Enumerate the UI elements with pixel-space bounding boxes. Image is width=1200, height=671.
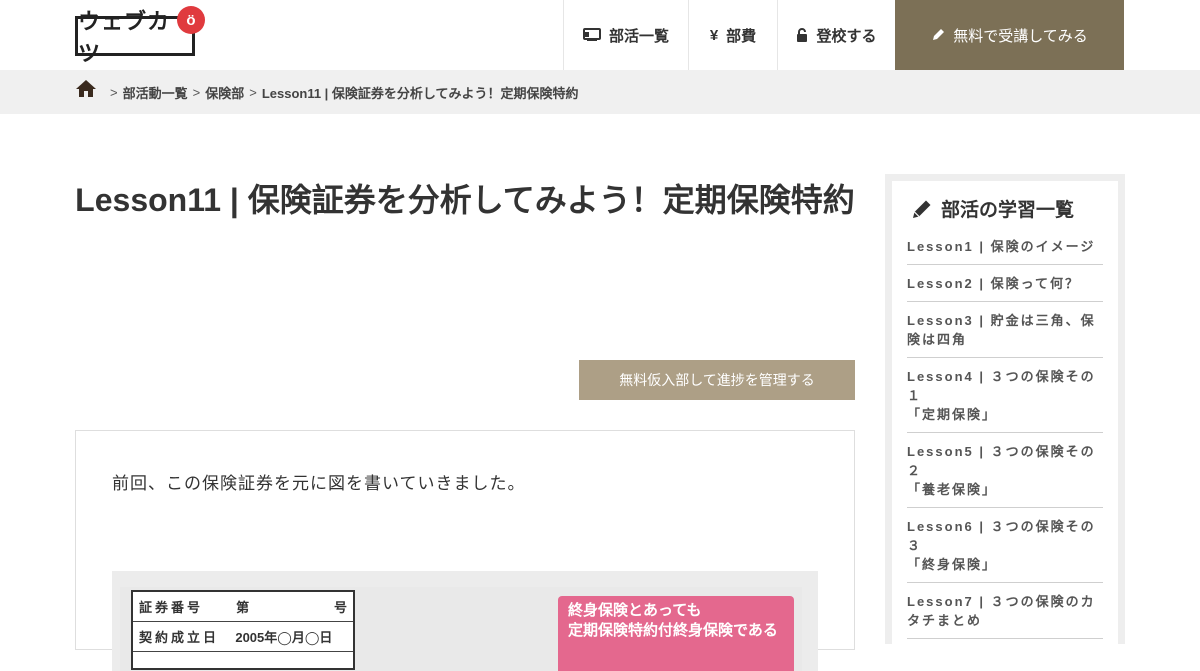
list-board-icon: [582, 28, 601, 42]
breadcrumb-item-current: Lesson11 | 保険証券を分析してみよう！定期保険特約: [261, 85, 579, 101]
pencil-icon: [931, 28, 945, 42]
nav-club-list-label: 部活一覧: [608, 27, 669, 45]
nav-fee[interactable]: ¥ 部費: [688, 0, 777, 70]
free-trial-button[interactable]: 無料で受講してみる: [895, 0, 1124, 70]
breadcrumb-item-club-list[interactable]: 部活動一覧: [123, 83, 188, 102]
lesson-content: 前回、この保険証券を元に図を書いていきました。 証券番号 第 号 契約成立日 2…: [75, 430, 855, 671]
sidebar-heading-label: 部活の学習一覧: [941, 200, 1075, 221]
sidebar-lesson-link[interactable]: Lesson2 | 保険って何？: [907, 265, 1103, 302]
breadcrumb-separator: >: [249, 84, 257, 100]
site-logo[interactable]: ウェブカツ ö: [75, 6, 207, 67]
sidebar-heading: 部活の学習一覧: [911, 195, 1103, 222]
unlock-icon: [796, 28, 808, 42]
figure-callout: 終身保険とあっても 定期保険特約付終身保険である: [558, 596, 794, 671]
main-nav: 部活一覧 ¥ 部費 登校する 無料で受講してみる: [563, 0, 1124, 70]
yen-icon: ¥: [709, 26, 719, 44]
manage-progress-button[interactable]: 無料仮入部して進捗を管理する: [579, 360, 855, 400]
lesson-sidebar: 部活の学習一覧 Lesson1 | 保険のイメージ Lesson2 | 保険って…: [885, 174, 1125, 651]
breadcrumb-separator: >: [110, 84, 118, 100]
nav-fee-label: 部費: [726, 27, 757, 45]
sidebar-lesson-link[interactable]: Lesson3 | 貯金は三角、保険は四角: [907, 302, 1103, 358]
table-cell: 号: [333, 600, 347, 615]
free-trial-label: 無料で受講してみる: [953, 27, 1088, 45]
site-header: ウェブカツ ö 部活一覧 ¥ 部費 登校する 無料で受講してみる: [0, 0, 1200, 70]
nav-login[interactable]: 登校する: [777, 0, 895, 70]
breadcrumb: > 部活動一覧 > 保険部 > Lesson11 | 保険証券を分析してみよう！…: [75, 70, 579, 114]
table-cell: 第: [236, 600, 250, 615]
nav-login-label: 登校する: [816, 27, 877, 45]
nav-club-list[interactable]: 部活一覧: [563, 0, 688, 70]
breadcrumb-bar: > 部活動一覧 > 保険部 > Lesson11 | 保険証券を分析してみよう！…: [0, 70, 1200, 114]
callout-line: 定期保険特約付終身保険である: [568, 622, 778, 639]
callout-line: 終身保険とあっても: [568, 602, 702, 619]
intro-text: 前回、この保険証券を元に図を書いていきました。: [112, 474, 526, 493]
policy-figure: 証券番号 第 号 契約成立日 2005年◯月◯日 終身保険とあっても 定期保険特…: [112, 571, 818, 671]
sidebar-panel: 部活の学習一覧 Lesson1 | 保険のイメージ Lesson2 | 保険って…: [892, 181, 1118, 651]
breadcrumb-item-insurance[interactable]: 保険部: [205, 83, 244, 102]
sidebar-lesson-link[interactable]: Lesson1 | 保険のイメージ: [907, 228, 1103, 265]
logo-flame-icon: ö: [177, 6, 205, 34]
sidebar-lesson-link[interactable]: Lesson4 | ３つの保険その１ 「定期保険」: [907, 358, 1103, 433]
sidebar-lesson-link[interactable]: Lesson5 | ３つの保険その２ 「養老保険」: [907, 433, 1103, 508]
page-title: Lesson11 | 保険証券を分析してみよう！定期保険特約: [75, 182, 855, 218]
certificate-table: 証券番号 第 号 契約成立日 2005年◯月◯日: [131, 590, 355, 670]
breadcrumb-separator: >: [192, 84, 201, 100]
table-cell: 証券番号: [139, 600, 204, 615]
pencil-icon: [913, 200, 931, 218]
figure-canvas: 証券番号 第 号 契約成立日 2005年◯月◯日 終身保険とあっても 定期保険特…: [120, 587, 802, 671]
table-row: 証券番号 第 号: [133, 592, 353, 622]
table-row: 契約成立日 2005年◯月◯日: [133, 622, 353, 652]
sidebar-lesson-link[interactable]: Lesson6 | ３つの保険その３ 「終身保険」: [907, 508, 1103, 583]
home-icon[interactable]: [75, 79, 105, 101]
sidebar-lesson-link[interactable]: Lesson7 | ３つの保険のカタチまとめ: [907, 583, 1103, 639]
